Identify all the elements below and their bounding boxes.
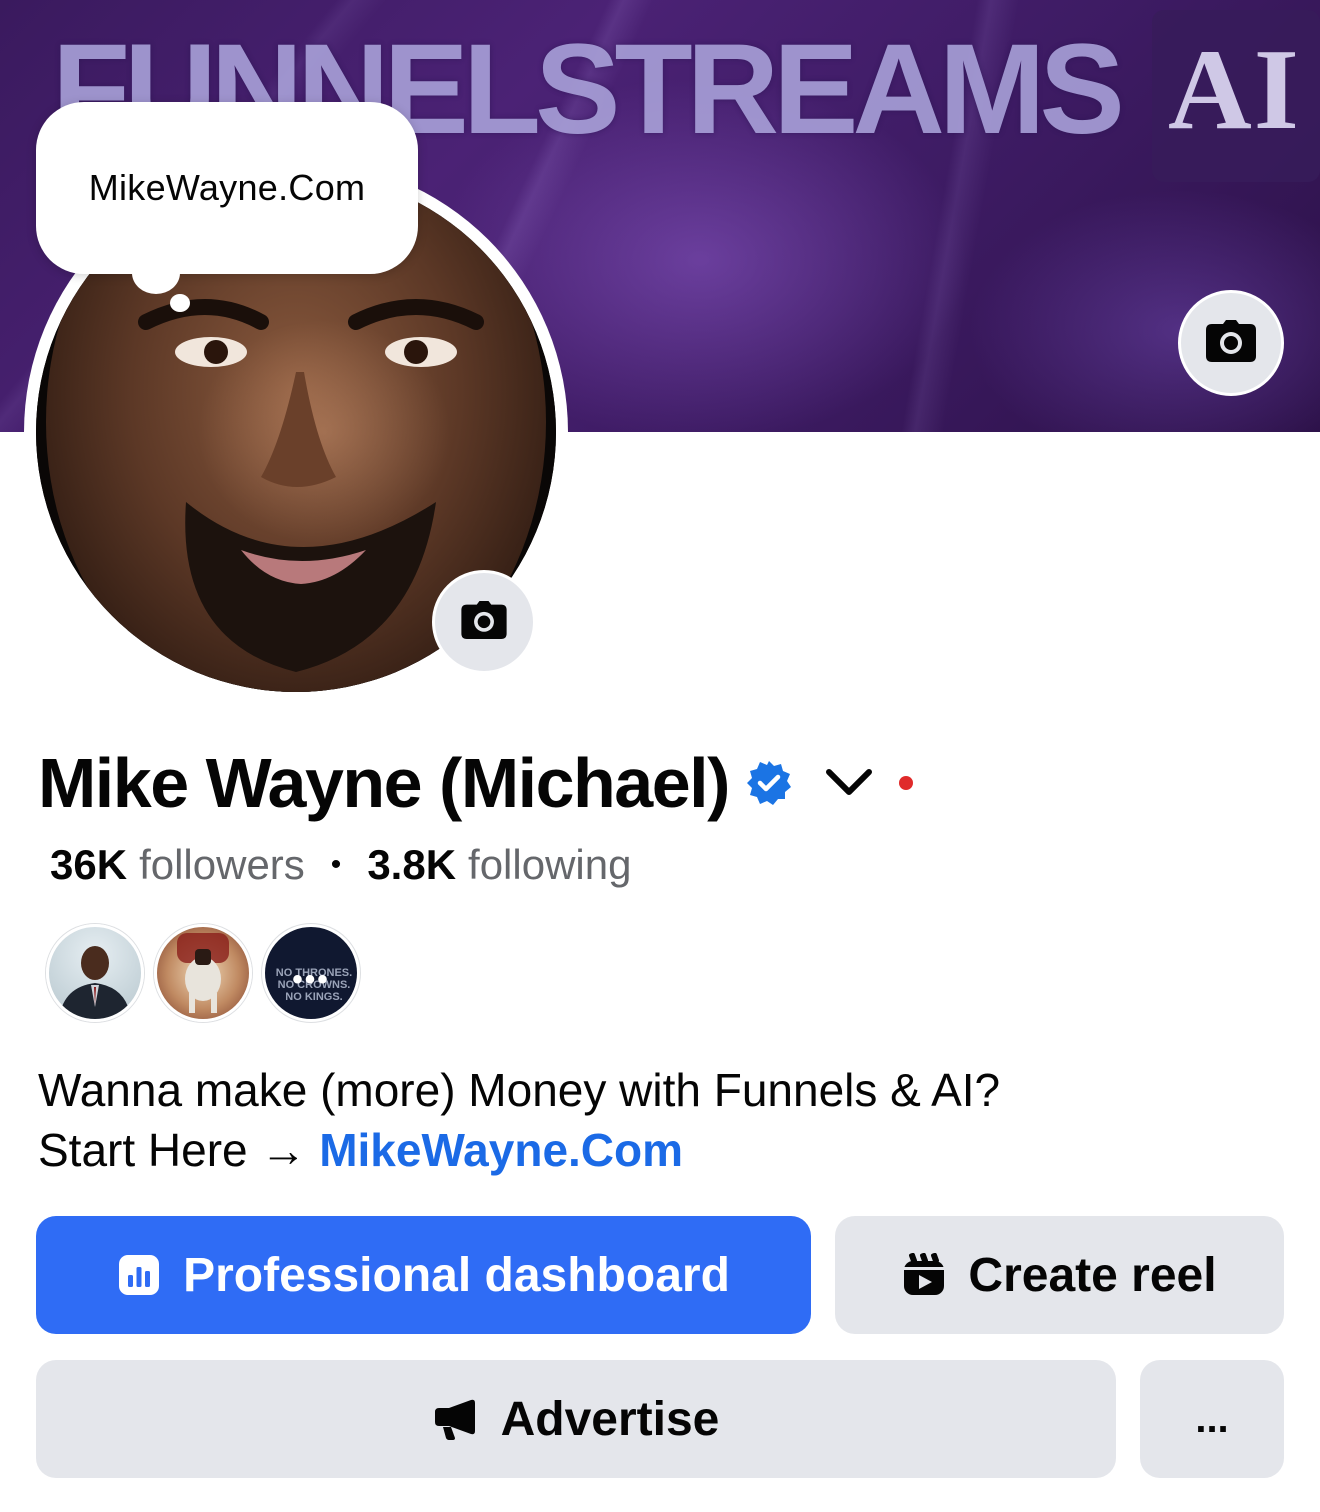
profile-name-row: Mike Wayne (Michael) [38, 738, 913, 828]
follower-avatar[interactable] [46, 924, 144, 1022]
follower-avatars: NO THRONES. NO CROWNS. NO KINGS. ••• [46, 924, 370, 1024]
follower-avatar[interactable] [154, 924, 252, 1022]
following-count: 3.8K [367, 841, 457, 888]
bubble-tail-small [170, 294, 190, 312]
edit-cover-button[interactable] [1178, 290, 1284, 396]
followers-count: 36K [50, 841, 128, 888]
profile-stats: 36K followers • 3.8K following [50, 838, 631, 892]
reel-icon [902, 1253, 946, 1297]
advertise-label: Advertise [500, 1392, 720, 1446]
advertise-button[interactable]: Advertise [36, 1360, 1116, 1478]
profile-bio: Wanna make (more) Money with Funnels & A… [38, 1060, 1278, 1180]
create-reel-label: Create reel [968, 1248, 1217, 1302]
following-label: following [468, 841, 632, 888]
bio-line-2-prefix: Start Here → [38, 1124, 320, 1176]
profile-note-bubble[interactable]: MikeWayne.Com [36, 102, 418, 274]
dashboard-chart-icon [117, 1253, 161, 1297]
more-options-button[interactable]: ... [1140, 1360, 1284, 1478]
followers-link[interactable]: 36K followers [50, 841, 305, 889]
edit-profile-picture-button[interactable] [432, 570, 536, 674]
create-reel-button[interactable]: Create reel [835, 1216, 1284, 1334]
bio-line-2: Start Here → MikeWayne.Com [38, 1120, 1278, 1180]
bubble-tail-large [132, 252, 180, 294]
stats-separator: • [330, 848, 342, 881]
camera-icon [461, 600, 507, 644]
bio-website-link[interactable]: MikeWayne.Com [319, 1124, 683, 1176]
following-link[interactable]: 3.8K following [367, 841, 631, 889]
professional-dashboard-button[interactable]: Professional dashboard [36, 1216, 811, 1334]
follower-avatar[interactable]: NO THRONES. NO CROWNS. NO KINGS. ••• [262, 924, 360, 1022]
more-options-label: ... [1195, 1396, 1229, 1441]
megaphone-icon [433, 1398, 479, 1440]
professional-dashboard-label: Professional dashboard [183, 1248, 730, 1302]
camera-icon [1206, 319, 1256, 367]
verified-badge-icon [745, 759, 793, 807]
notification-dot [898, 776, 913, 790]
bio-line-1: Wanna make (more) Money with Funnels & A… [38, 1064, 1001, 1116]
more-avatars-indicator: ••• [292, 963, 330, 996]
chevron-down-icon[interactable] [825, 768, 873, 798]
cover-ai-text: AI [1168, 26, 1301, 154]
profile-note-text: MikeWayne.Com [88, 167, 366, 208]
followers-label: followers [139, 841, 305, 888]
profile-name: Mike Wayne (Michael) [38, 744, 730, 822]
